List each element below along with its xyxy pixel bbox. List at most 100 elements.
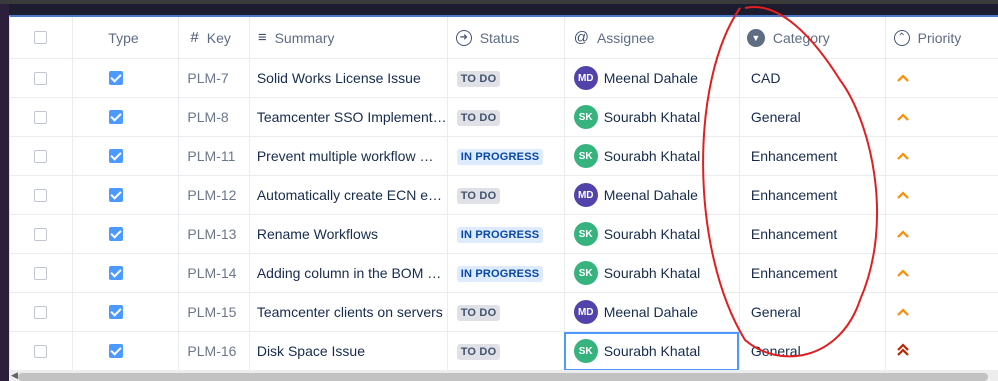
header-key[interactable]: # Key — [178, 17, 250, 59]
category-cell[interactable]: Enhancement — [739, 253, 886, 293]
table-row[interactable]: PLM-15 Teamcenter clients on servers TO DO… — [10, 292, 998, 332]
category-cell[interactable]: Enhancement — [739, 175, 886, 215]
status-lozenge[interactable]: TO DO — [456, 71, 501, 87]
scrollbar-thumb[interactable] — [18, 373, 988, 381]
status-cell[interactable]: TO DO — [447, 292, 565, 332]
category-cell[interactable]: Enhancement — [739, 214, 886, 254]
key-cell[interactable]: PLM-14 — [178, 253, 250, 293]
status-lozenge[interactable]: IN PROGRESS — [456, 227, 544, 243]
category-cell[interactable]: Enhancement — [739, 136, 886, 176]
status-cell[interactable]: IN PROGRESS — [447, 136, 565, 176]
header-type[interactable]: Type — [72, 17, 180, 59]
status-cell[interactable]: TO DO — [447, 58, 565, 98]
key-cell[interactable]: PLM-16 — [178, 331, 250, 371]
row-checkbox[interactable] — [34, 344, 47, 358]
assignee-cell[interactable]: SK Sourabh Khatal — [564, 214, 740, 254]
status-cell[interactable]: TO DO — [447, 331, 565, 371]
header-assignee[interactable]: @ Assignee — [564, 17, 740, 59]
key-cell[interactable]: PLM-15 — [178, 292, 250, 332]
issue-summary[interactable]: Automatically create ECN e… — [250, 187, 446, 203]
status-cell[interactable]: IN PROGRESS — [447, 214, 565, 254]
issue-key[interactable]: PLM-13 — [179, 226, 236, 242]
issue-key[interactable]: PLM-15 — [179, 304, 236, 320]
table-row[interactable]: PLM-8 Teamcenter SSO Implement… TO DO SK Sou… — [10, 97, 998, 137]
issue-summary[interactable]: Solid Works License Issue — [250, 70, 446, 86]
table-row[interactable]: PLM-7 Solid Works License Issue TO DO MD Mee… — [10, 58, 998, 98]
status-lozenge[interactable]: TO DO — [456, 344, 501, 360]
summary-cell[interactable]: Automatically create ECN e… — [249, 175, 448, 215]
issue-summary[interactable]: Rename Workflows — [250, 226, 446, 242]
issue-summary[interactable]: Prevent multiple workflow … — [250, 148, 446, 164]
row-checkbox[interactable] — [34, 110, 47, 124]
category-cell[interactable]: General — [739, 292, 886, 332]
status-lozenge[interactable]: TO DO — [456, 188, 501, 204]
header-summary[interactable]: ≡ Summary — [249, 17, 448, 59]
key-cell[interactable]: PLM-8 — [178, 97, 250, 137]
issue-key[interactable]: PLM-8 — [179, 109, 228, 125]
summary-cell[interactable]: Disk Space Issue — [249, 331, 448, 371]
summary-cell[interactable]: Adding column in the BOM … — [249, 253, 448, 293]
issue-summary[interactable]: Disk Space Issue — [250, 343, 446, 359]
assignee-cell[interactable]: SK Sourabh Khatal — [564, 331, 740, 371]
priority-cell[interactable] — [885, 292, 998, 332]
row-checkbox[interactable] — [34, 188, 47, 202]
summary-cell[interactable]: Teamcenter clients on servers — [249, 292, 448, 332]
table-row[interactable]: PLM-14 Adding column in the BOM … IN PROGR… — [10, 253, 998, 293]
status-lozenge[interactable]: IN PROGRESS — [456, 266, 544, 282]
category-cell[interactable]: General — [739, 331, 886, 371]
issue-summary[interactable]: Teamcenter SSO Implement… — [250, 109, 446, 125]
status-lozenge[interactable]: IN PROGRESS — [456, 149, 544, 165]
key-cell[interactable]: PLM-12 — [178, 175, 250, 215]
category-cell[interactable]: General — [739, 97, 886, 137]
assignee-cell[interactable]: MD Meenal Dahale — [564, 292, 740, 332]
issue-summary[interactable]: Adding column in the BOM … — [250, 265, 446, 281]
scroll-left-arrow-icon[interactable]: ◀ — [11, 370, 18, 381]
category-cell[interactable]: CAD — [739, 58, 886, 98]
table-row[interactable]: PLM-16 Disk Space Issue TO DO SK Sourabh Kha… — [10, 331, 998, 371]
status-cell[interactable]: IN PROGRESS — [447, 253, 565, 293]
assignee-cell[interactable]: MD Meenal Dahale — [564, 58, 740, 98]
table-row[interactable]: PLM-12 Automatically create ECN e… TO DO MD… — [10, 175, 998, 215]
select-all-checkbox[interactable] — [34, 31, 47, 44]
priority-cell[interactable] — [885, 214, 998, 254]
status-cell[interactable]: TO DO — [447, 175, 565, 215]
assignee-cell[interactable]: SK Sourabh Khatal — [564, 97, 740, 137]
summary-cell[interactable]: Solid Works License Issue — [249, 58, 448, 98]
row-checkbox[interactable] — [34, 305, 47, 319]
priority-cell[interactable] — [885, 97, 998, 137]
issue-key[interactable]: PLM-16 — [179, 343, 236, 359]
issue-key[interactable]: PLM-14 — [179, 265, 236, 281]
key-cell[interactable]: PLM-11 — [178, 136, 250, 176]
summary-cell[interactable]: Teamcenter SSO Implement… — [249, 97, 448, 137]
status-lozenge[interactable]: TO DO — [456, 110, 501, 126]
assignee-cell[interactable]: SK Sourabh Khatal — [564, 253, 740, 293]
assignee-cell[interactable]: MD Meenal Dahale — [564, 175, 740, 215]
row-checkbox[interactable] — [34, 71, 47, 85]
table-row[interactable]: PLM-11 Prevent multiple workflow … IN PROG… — [10, 136, 998, 176]
priority-cell[interactable] — [885, 253, 998, 293]
priority-cell[interactable] — [885, 331, 998, 371]
summary-cell[interactable]: Prevent multiple workflow … — [249, 136, 448, 176]
row-checkbox[interactable] — [34, 149, 47, 163]
header-status[interactable]: ➜ Status — [447, 17, 565, 59]
task-type-icon — [109, 305, 124, 319]
issue-summary[interactable]: Teamcenter clients on servers — [250, 304, 446, 320]
priority-cell[interactable] — [885, 58, 998, 98]
issue-key[interactable]: PLM-7 — [179, 70, 228, 86]
header-priority[interactable]: ⌃ Priority — [885, 17, 998, 59]
header-category[interactable]: ▼ Category — [739, 17, 886, 59]
header-status-label: Status — [479, 29, 520, 46]
table-row[interactable]: PLM-13 Rename Workflows IN PROGRESS SK Soura… — [10, 214, 998, 254]
row-checkbox[interactable] — [34, 266, 47, 280]
priority-cell[interactable] — [885, 175, 998, 215]
row-checkbox[interactable] — [34, 227, 47, 241]
issue-key[interactable]: PLM-11 — [179, 148, 235, 164]
key-cell[interactable]: PLM-7 — [178, 58, 250, 98]
priority-cell[interactable] — [885, 136, 998, 176]
summary-cell[interactable]: Rename Workflows — [249, 214, 448, 254]
key-cell[interactable]: PLM-13 — [178, 214, 250, 254]
assignee-cell[interactable]: SK Sourabh Khatal — [564, 136, 740, 176]
issue-key[interactable]: PLM-12 — [179, 187, 236, 203]
status-cell[interactable]: TO DO — [447, 97, 565, 137]
status-lozenge[interactable]: TO DO — [456, 305, 501, 321]
